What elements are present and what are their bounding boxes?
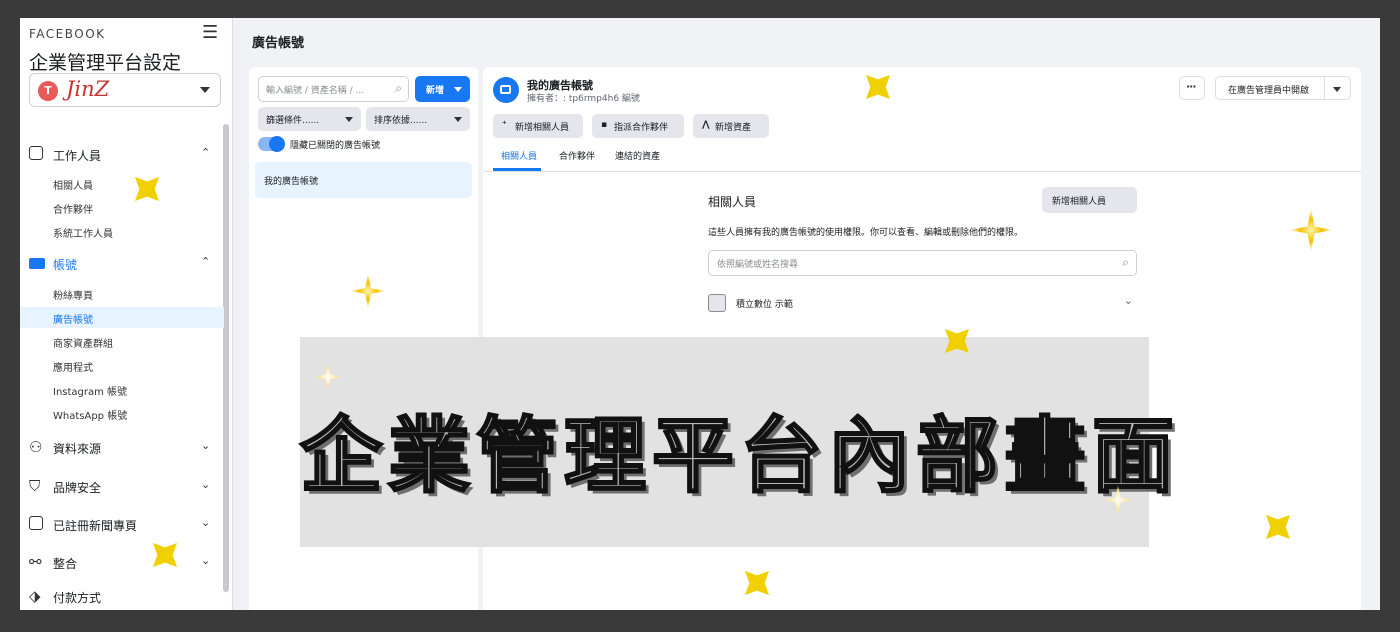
- active-tab-indicator: [493, 168, 541, 171]
- open-options-dropdown[interactable]: [1325, 76, 1351, 100]
- add-person-label: 新增相關人員: [1052, 197, 1107, 207]
- person-row[interactable]: 積立數位 示範 ⌄: [708, 292, 1137, 314]
- sidebar-section-data-sources[interactable]: ⚇ 資料來源 ⌄: [20, 436, 224, 460]
- people-description: 這些人員擁有我的廣告帳號的使用權限。你可以查看、編輯或刪除他們的權限。: [708, 228, 1024, 238]
- briefcase-icon: ▪: [601, 120, 608, 130]
- more-options-button[interactable]: ···: [1179, 76, 1205, 100]
- caret-down-icon: [200, 87, 210, 93]
- sidebar-section-label: 帳號: [53, 258, 78, 272]
- ad-account-icon: [493, 77, 519, 103]
- assign-partner-label: 指派合作夥伴: [614, 123, 669, 133]
- business-avatar: T: [38, 81, 58, 101]
- sort-dropdown[interactable]: 排序依據......: [366, 107, 470, 131]
- page-title: 廣告帳號: [252, 36, 305, 51]
- hide-closed-toggle[interactable]: [258, 136, 285, 152]
- sidebar-item-ad-accounts[interactable]: 廣告帳號: [20, 307, 224, 328]
- integrations-icon: ⚯: [29, 553, 42, 571]
- add-asset-button[interactable]: ⋀ 新增資產: [693, 114, 769, 138]
- chevron-down-icon: ⌄: [201, 554, 211, 567]
- brand-label: FACEBOOK: [29, 27, 106, 41]
- sidebar-section-label: 付款方式: [53, 591, 102, 605]
- add-people-label: 新增相關人員: [515, 123, 570, 133]
- chevron-up-icon: ⌃: [201, 255, 211, 268]
- sidebar-section-integrations[interactable]: ⚯ 整合 ⌄: [20, 551, 224, 575]
- list-item[interactable]: 我的廣告帳號: [255, 162, 472, 198]
- add-button-label: 新增: [426, 86, 445, 96]
- sidebar-section-payment[interactable]: ⬗ 付款方式: [20, 585, 224, 609]
- sidebar-item-apps[interactable]: 應用程式: [20, 355, 224, 376]
- app-frame: FACEBOOK ☰ 企業管理平台設定 T JinZ 工作人員 ⌃ 相關人員 合…: [20, 18, 1380, 610]
- chevron-down-icon: ⌄: [201, 478, 211, 491]
- add-people-button[interactable]: ⁺ 新增相關人員: [493, 114, 583, 138]
- business-selector[interactable]: T JinZ: [29, 73, 221, 107]
- business-name: JinZ: [66, 77, 110, 101]
- shield-icon: ⛉: [29, 477, 41, 495]
- payment-tag-icon: ⬗: [29, 587, 41, 605]
- sidebar-section-label: 資料來源: [53, 442, 102, 456]
- sidebar-item-people[interactable]: 相關人員: [20, 173, 224, 194]
- app-title: 企業管理平台設定: [29, 52, 182, 74]
- detail-header: 我的廣告帳號 擁有者：: tp6rmp4h6 編號 ⁺ 新增相關人員 ▪ 指派合…: [483, 67, 1361, 172]
- person-badge-icon: [29, 146, 45, 162]
- filter-label: 篩選條件......: [266, 116, 320, 126]
- sidebar-section-people[interactable]: 工作人員 ⌃: [20, 143, 224, 167]
- tab-linked-assets[interactable]: 連結的資產: [615, 149, 660, 162]
- sidebar-item-business-asset-groups[interactable]: 商家資產群組: [20, 331, 224, 352]
- sidebar-item-pages[interactable]: 粉絲專頁: [20, 283, 224, 304]
- sidebar-section-accounts[interactable]: 帳號 ⌃: [20, 252, 224, 276]
- tab-partners[interactable]: 合作夥伴: [559, 149, 595, 162]
- caret-down-icon: [454, 87, 462, 92]
- briefcase-icon: [29, 255, 45, 271]
- sidebar-item-system-users[interactable]: 系統工作人員: [20, 221, 224, 242]
- open-in-ads-manager-label: 在廣告管理員中開啟: [1228, 86, 1310, 96]
- share-nodes-icon: ⋀: [702, 120, 710, 130]
- caret-down-icon: [1333, 87, 1341, 92]
- chevron-down-icon: ⌄: [201, 516, 211, 529]
- sidebar-item-instagram[interactable]: Instagram 帳號: [20, 379, 224, 400]
- people-section-title: 相關人員: [708, 195, 757, 209]
- caret-down-icon: [345, 117, 353, 122]
- search-icon: ⌕: [395, 81, 402, 95]
- sidebar-section-label: 品牌安全: [53, 481, 102, 495]
- assign-partner-button[interactable]: ▪ 指派合作夥伴: [592, 114, 684, 138]
- tab-people[interactable]: 相關人員: [501, 149, 537, 162]
- people-search-placeholder: 依照編號或姓名搜尋: [717, 260, 799, 270]
- asset-search-input[interactable]: 輸入編號 / 資產名稱 / ... ⌕: [258, 76, 409, 102]
- add-person-button[interactable]: 新增相關人員: [1042, 187, 1137, 213]
- more-icon: ···: [1186, 80, 1197, 93]
- sort-label: 排序依據......: [374, 116, 428, 126]
- sidebar-section-label: 已註冊新聞專頁: [53, 519, 138, 533]
- chevron-down-icon: ⌄: [1123, 294, 1133, 307]
- overlay-title: 企業管理平台內部畫面: [299, 408, 1181, 506]
- filter-dropdown[interactable]: 篩選條件......: [258, 107, 361, 131]
- sidebar-item-partners[interactable]: 合作夥伴: [20, 197, 224, 218]
- chevron-down-icon: ⌄: [201, 439, 211, 452]
- add-person-icon: ⁺: [502, 120, 507, 130]
- search-icon: ⌕: [1122, 255, 1129, 269]
- account-owner: 擁有者：: tp6rmp4h6 編號: [527, 94, 640, 104]
- sidebar-section-news-pages[interactable]: 已註冊新聞專頁 ⌄: [20, 513, 224, 537]
- caret-down-icon: [454, 117, 462, 122]
- search-placeholder: 輸入編號 / 資產名稱 / ...: [266, 86, 365, 96]
- people-search-input[interactable]: 依照編號或姓名搜尋 ⌕: [708, 250, 1137, 276]
- overlay-banner: 企業管理平台內部畫面: [299, 337, 1181, 547]
- hamburger-menu-icon[interactable]: ☰: [202, 22, 218, 43]
- chevron-up-icon: ⌃: [201, 146, 211, 159]
- toggle-label: 隱藏已關閉的廣告帳號: [290, 141, 381, 151]
- sidebar-item-whatsapp[interactable]: WhatsApp 帳號: [20, 403, 224, 424]
- list-item-label: 我的廣告帳號: [264, 177, 319, 187]
- person-name: 積立數位 示範: [736, 300, 793, 310]
- clipboard-icon: [29, 516, 45, 532]
- add-button[interactable]: 新增: [415, 76, 470, 102]
- sidebar-section-label: 整合: [53, 557, 78, 571]
- sidebar-section-label: 工作人員: [53, 149, 102, 163]
- data-sources-icon: ⚇: [29, 438, 43, 456]
- person-avatar-icon: [708, 294, 726, 312]
- add-asset-label: 新增資產: [715, 123, 752, 133]
- sidebar-section-brand-safety[interactable]: ⛉ 品牌安全 ⌄: [20, 475, 224, 499]
- open-in-ads-manager-button[interactable]: 在廣告管理員中開啟: [1215, 76, 1325, 100]
- sidebar: FACEBOOK ☰ 企業管理平台設定 T JinZ 工作人員 ⌃ 相關人員 合…: [20, 18, 233, 610]
